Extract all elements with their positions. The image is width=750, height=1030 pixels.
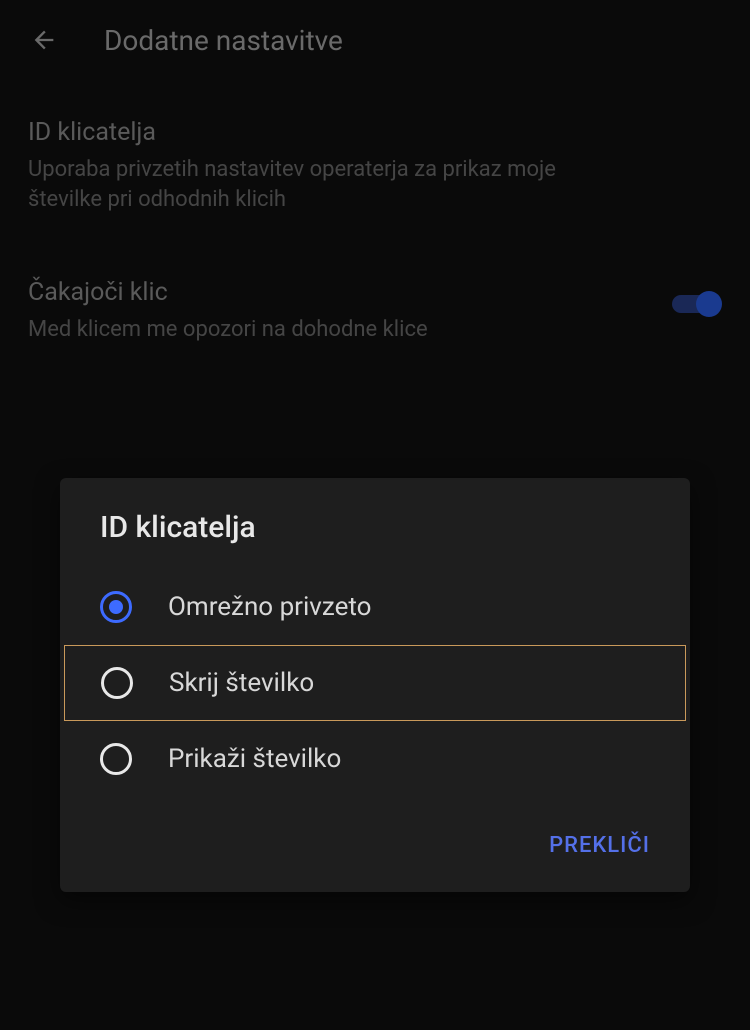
radio-option-network-default[interactable]: Omrežno privzeto: [60, 569, 690, 645]
caller-id-title: ID klicatelja: [28, 118, 722, 147]
call-waiting-setting[interactable]: Čakajoči klic Med klicem me opozori na d…: [28, 278, 722, 345]
cancel-button[interactable]: PREKLIČI: [537, 825, 662, 866]
radio-label: Omrežno privzeto: [168, 592, 371, 622]
radio-unselected-icon: [101, 667, 133, 699]
dialog-actions: PREKLIČI: [60, 797, 690, 874]
caller-id-dialog: ID klicatelja Omrežno privzeto Skrij šte…: [60, 478, 690, 892]
caller-id-setting[interactable]: ID klicatelja Uporaba privzetih nastavit…: [28, 118, 722, 214]
settings-list: ID klicatelja Uporaba privzetih nastavit…: [0, 80, 750, 345]
radio-option-show-number[interactable]: Prikaži številko: [60, 721, 690, 797]
arrow-left-icon: [30, 26, 58, 54]
radio-option-hide-number[interactable]: Skrij številko: [64, 645, 686, 721]
radio-label: Skrij številko: [169, 668, 314, 698]
radio-unselected-icon: [100, 743, 132, 775]
page-title: Dodatne nastavitve: [104, 24, 343, 57]
radio-selected-icon: [100, 591, 132, 623]
caller-id-description: Uporaba privzetih nastavitev operaterja …: [28, 155, 608, 214]
dialog-title: ID klicatelja: [60, 510, 690, 569]
toggle-thumb: [696, 291, 722, 317]
app-header: Dodatne nastavitve: [0, 0, 750, 80]
call-waiting-toggle[interactable]: [672, 290, 722, 318]
call-waiting-description: Med klicem me opozori na dohodne klice: [28, 315, 608, 345]
back-button[interactable]: [28, 24, 60, 56]
call-waiting-title: Čakajoči klic: [28, 278, 722, 307]
radio-label: Prikaži številko: [168, 744, 341, 774]
